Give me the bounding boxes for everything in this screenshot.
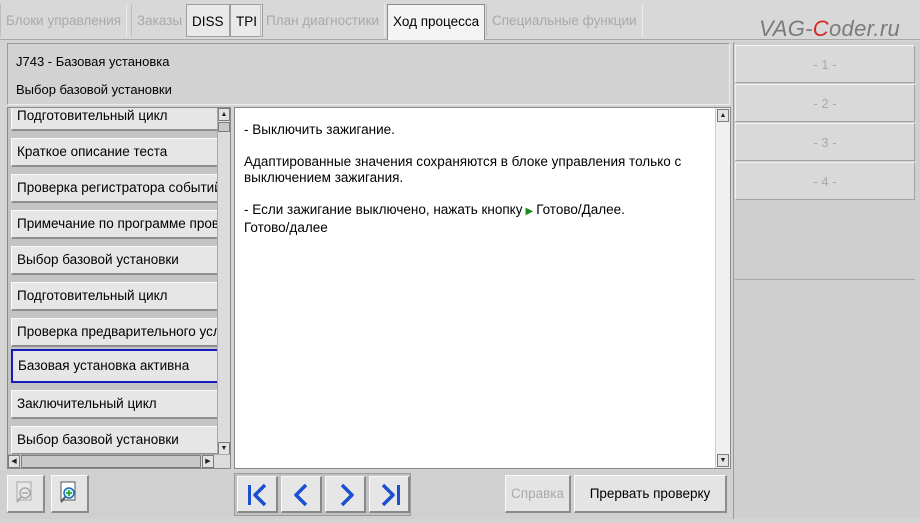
previous-step-button[interactable] xyxy=(281,476,322,513)
tab-tpi[interactable]: TPI xyxy=(230,4,264,37)
help-button[interactable]: Справка xyxy=(505,475,571,513)
step-item[interactable]: Подготовительный цикл xyxy=(11,108,219,131)
chevron-left-icon xyxy=(294,483,308,507)
bottom-toolbar: Справка Прервать проверку xyxy=(0,470,733,519)
step-list: Подготовительный цикл Краткое описание т… xyxy=(7,107,231,469)
test-header: J743 - Базовая установка Выбор базовой у… xyxy=(7,43,730,105)
function-button-3[interactable]: - 3 - xyxy=(735,123,915,161)
step-item[interactable]: Примечание по программе проверки xyxy=(11,210,219,239)
zoom-in-icon xyxy=(60,481,76,503)
instruction-line: - Если зажигание выключено, нажать кнопк… xyxy=(244,202,625,217)
abort-test-button[interactable]: Прервать проверку xyxy=(574,475,727,513)
zoom-out-icon xyxy=(16,481,32,503)
function-button-2[interactable]: - 2 - xyxy=(735,84,915,122)
tab-special-functions[interactable]: Специальные функции xyxy=(486,4,643,37)
instruction-line: - Выключить зажигание. xyxy=(244,122,395,137)
panel-divider xyxy=(735,279,915,280)
scroll-left-icon[interactable]: ◀ xyxy=(8,455,20,468)
play-arrow-icon: ▶ xyxy=(525,206,534,217)
function-button-4[interactable]: - 4 - xyxy=(735,162,915,200)
step-list-horizontal-scrollbar[interactable]: ◀ ▶ xyxy=(8,454,230,468)
step-item[interactable]: Проверка предварительного условия xyxy=(11,318,219,347)
tab-diss[interactable]: DISS xyxy=(186,4,230,37)
step-item[interactable]: Заключительный цикл xyxy=(11,390,219,419)
tab-process-flow[interactable]: Ход процесса xyxy=(387,4,486,40)
tab-orders[interactable]: Заказы xyxy=(131,4,189,37)
zoom-out-button[interactable] xyxy=(7,475,45,513)
scroll-down-icon[interactable]: ▼ xyxy=(717,454,729,467)
skip-last-icon xyxy=(381,483,400,507)
skip-first-icon xyxy=(248,483,267,507)
instruction-line: Готово/далее xyxy=(244,220,328,235)
test-subtitle: Выбор базовой установки xyxy=(16,82,172,97)
step-list-vertical-scrollbar[interactable]: ▲ ▼ xyxy=(217,108,230,455)
function-button-1[interactable]: - 1 - xyxy=(735,45,915,83)
tab-control-units[interactable]: Блоки управления xyxy=(0,4,128,37)
scroll-up-icon[interactable]: ▲ xyxy=(717,109,729,122)
zoom-in-button[interactable] xyxy=(51,475,89,513)
instruction-scrollbar[interactable]: ▲ ▼ xyxy=(715,108,730,468)
top-tab-bar: Блоки управления Заказы DISS TPI План ди… xyxy=(0,0,920,41)
instruction-panel: - Выключить зажигание. Адаптированные зн… xyxy=(234,107,731,469)
right-button-panel: - 1 - - 2 - - 3 - - 4 - xyxy=(733,42,920,519)
scroll-right-icon[interactable]: ▶ xyxy=(202,455,214,468)
first-step-button[interactable] xyxy=(237,476,278,513)
chevron-right-icon xyxy=(340,483,354,507)
watermark: VAG-Coder.ru xyxy=(759,16,900,41)
step-item-selected[interactable]: Базовая установка активна xyxy=(11,349,219,383)
scroll-up-icon[interactable]: ▲ xyxy=(218,108,230,121)
instruction-text: - Выключить зажигание. Адаптированные зн… xyxy=(244,122,704,236)
step-item[interactable]: Краткое описание теста xyxy=(11,138,219,167)
last-step-button[interactable] xyxy=(369,476,410,513)
tab-diagnostic-plan[interactable]: План диагностики xyxy=(260,4,386,37)
next-step-button[interactable] xyxy=(325,476,366,513)
instruction-line: Адаптированные значения сохраняются в бл… xyxy=(244,154,682,185)
horizontal-scroll-thumb[interactable] xyxy=(21,455,201,468)
step-item[interactable]: Проверка регистратора событий xyxy=(11,174,219,203)
step-item[interactable]: Выбор базовой установки xyxy=(11,426,219,455)
step-item[interactable]: Подготовительный цикл xyxy=(11,282,219,311)
test-title: J743 - Базовая установка xyxy=(16,54,170,69)
step-item[interactable]: Выбор базовой установки xyxy=(11,246,219,275)
scroll-thumb[interactable] xyxy=(218,122,230,132)
navigation-group xyxy=(234,473,411,516)
